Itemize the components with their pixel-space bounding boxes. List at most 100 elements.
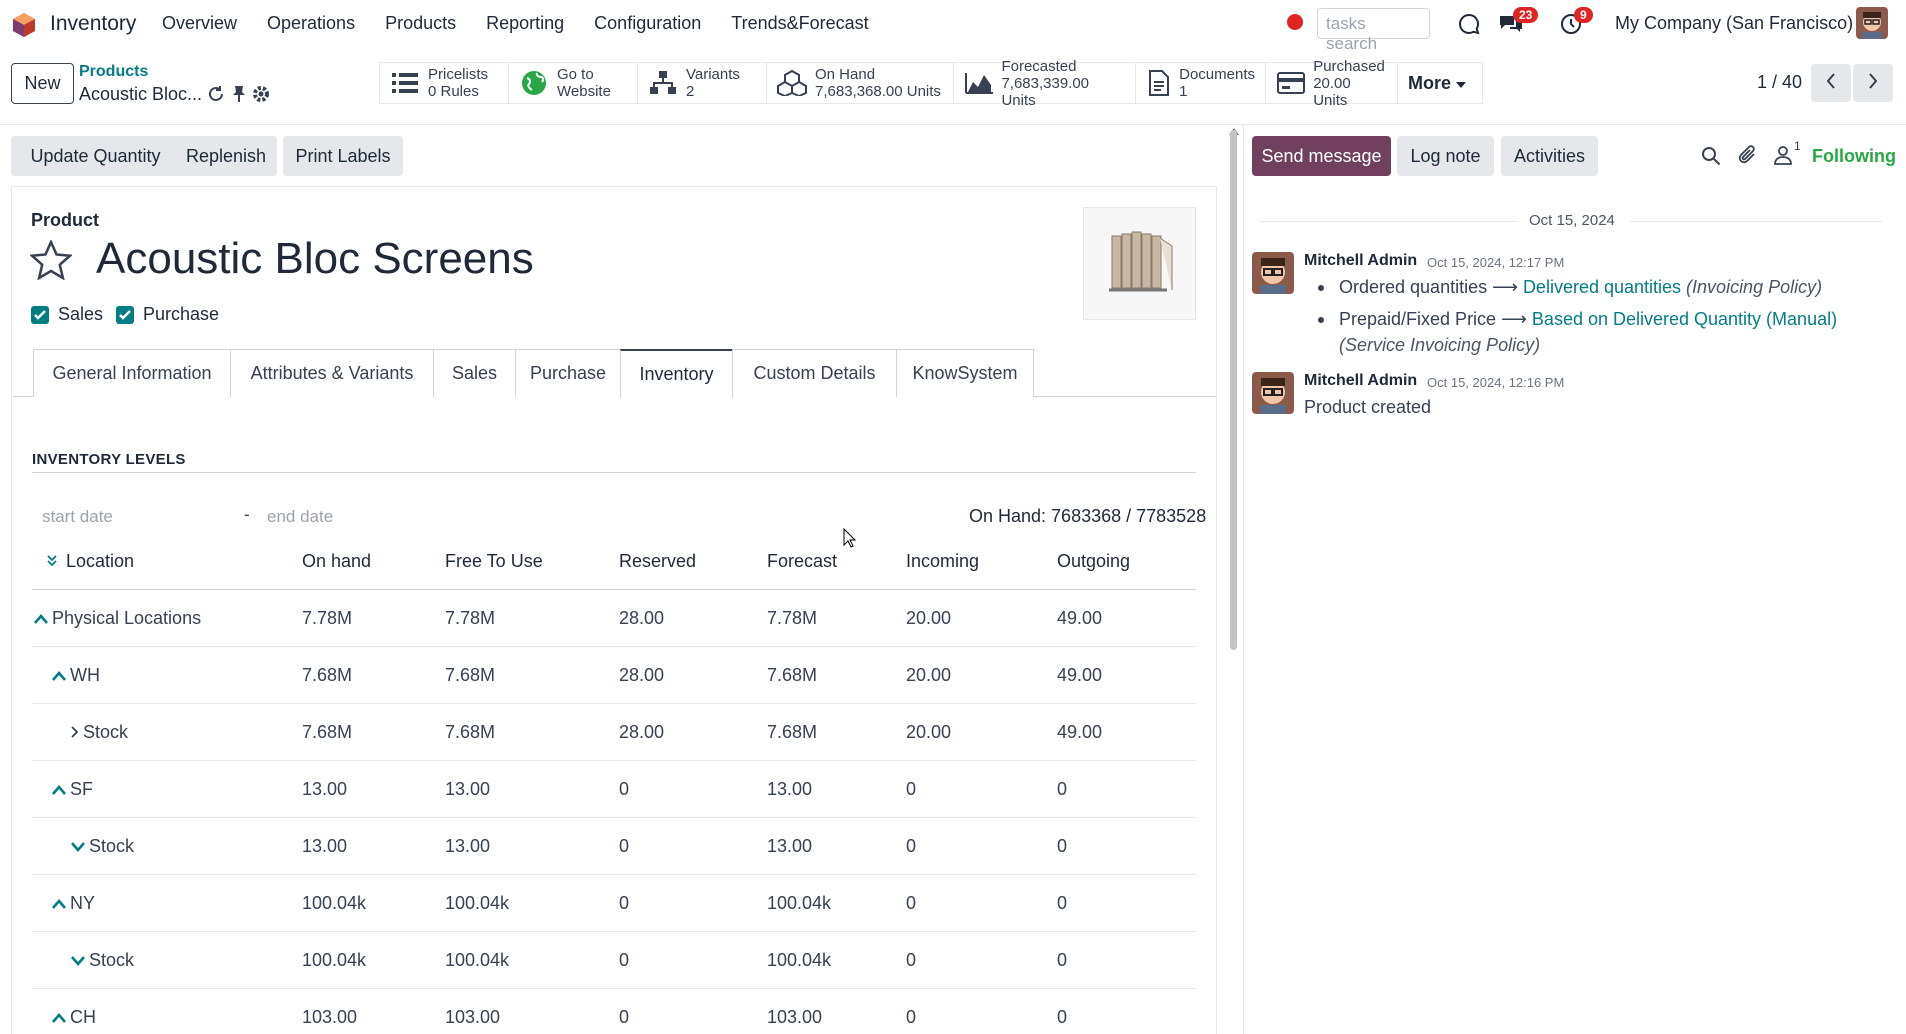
replenish-button[interactable]: Replenish [175, 136, 277, 176]
on-hand-cell: 13.00 [302, 779, 348, 799]
smart-button-variants[interactable]: Variants 2 [638, 63, 767, 103]
location-cell[interactable]: CH [52, 1007, 96, 1028]
chevron-up-icon[interactable] [34, 608, 48, 628]
product-name-field[interactable]: Acoustic Bloc Screens [96, 234, 534, 284]
table-row[interactable]: SF 13.00 13.00 0 13.00 0 0 [32, 761, 1196, 818]
sales-checkbox-label[interactable]: Sales [58, 304, 103, 325]
chevron-down-icon[interactable] [71, 836, 85, 856]
table-row[interactable]: Stock 100.04k 100.04k 0 100.04k 0 0 [32, 932, 1196, 989]
start-date-input[interactable]: start date [42, 507, 113, 527]
location-label: Stock [89, 950, 135, 970]
table-row[interactable]: Stock 7.68M 7.68M 28.00 7.68M 20.00 49.00 [32, 704, 1196, 761]
smart-button-website[interactable]: Go to Website [509, 63, 638, 103]
tab-inventory[interactable]: Inventory [620, 349, 733, 398]
chevron-up-icon[interactable] [52, 1007, 66, 1027]
location-cell[interactable]: Physical Locations [34, 608, 201, 629]
message-author[interactable]: Mitchell Admin [1304, 252, 1417, 270]
new-button[interactable]: New [11, 63, 74, 104]
location-cell[interactable]: Stock [71, 836, 134, 857]
message-author[interactable]: Mitchell Admin [1304, 372, 1417, 390]
purchase-checkbox-label[interactable]: Purchase [143, 304, 219, 325]
chevron-right-icon[interactable] [71, 722, 79, 742]
recording-indicator[interactable] [1287, 14, 1303, 30]
location-cell[interactable]: Stock [71, 950, 134, 971]
favorite-star-icon[interactable] [28, 238, 74, 285]
tab-attributes-variants[interactable]: Attributes & Variants [230, 349, 434, 397]
following-button[interactable]: Following [1812, 146, 1896, 167]
smart-button-forecasted[interactable]: Forecasted 7,683,339.00 Units [954, 58, 1136, 109]
app-name[interactable]: Inventory [50, 12, 136, 36]
pin-icon[interactable] [232, 85, 246, 108]
discard-refresh-icon[interactable] [207, 85, 225, 108]
activities-button[interactable]: Activities [1501, 136, 1598, 176]
breadcrumb-products[interactable]: Products [79, 63, 148, 81]
column-location[interactable]: Location [47, 551, 134, 572]
reserved-cell: 0 [619, 893, 630, 913]
menu-trends-forecast[interactable]: Trends&Forecast [731, 13, 868, 34]
smart-label: Variants [686, 66, 740, 83]
discuss-icon[interactable] [1457, 12, 1481, 41]
menu-configuration[interactable]: Configuration [594, 13, 701, 34]
search-icon[interactable] [1701, 146, 1721, 171]
smart-button-pricelists[interactable]: Pricelists 0 Rules [380, 63, 509, 103]
column-on-hand[interactable]: On hand [302, 551, 371, 572]
chevron-up-icon[interactable] [52, 893, 66, 913]
menu-overview[interactable]: Overview [162, 13, 237, 34]
send-message-button[interactable]: Send message [1252, 136, 1391, 176]
form-scrollbar[interactable] [1230, 130, 1237, 650]
reserved-cell: 0 [619, 836, 630, 856]
location-cell[interactable]: NY [52, 893, 95, 914]
field-name: (Service Invoicing Policy) [1339, 335, 1541, 355]
table-row[interactable]: CH 103.00 103.00 0 103.00 0 0 [32, 989, 1196, 1034]
on-hand-cell: 100.04k [302, 950, 367, 970]
table-row[interactable]: Physical Locations 7.78M 7.78M 28.00 7.78M 20… [32, 590, 1196, 647]
tab-sales[interactable]: Sales [433, 349, 516, 397]
column-forecast[interactable]: Forecast [767, 551, 837, 572]
purchase-checkbox[interactable] [116, 306, 134, 324]
print-labels-button[interactable]: Print Labels [283, 136, 403, 176]
pager-value[interactable]: 1 / 40 [1757, 72, 1802, 93]
chevron-up-icon[interactable] [52, 665, 66, 685]
author-avatar[interactable] [1252, 252, 1294, 294]
chevron-up-icon[interactable] [52, 779, 66, 799]
end-date-input[interactable]: end date [267, 507, 333, 527]
sales-checkbox[interactable] [31, 306, 49, 324]
author-avatar[interactable] [1252, 372, 1294, 414]
log-note-button[interactable]: Log note [1397, 136, 1494, 176]
location-cell[interactable]: WH [52, 665, 100, 686]
menu-reporting[interactable]: Reporting [486, 13, 564, 34]
table-row[interactable]: Stock 13.00 13.00 0 13.00 0 0 [32, 818, 1196, 875]
inventory-app-icon[interactable] [10, 11, 38, 39]
bullet [1318, 285, 1324, 291]
followers-icon[interactable] [1774, 145, 1792, 170]
more-button[interactable]: More [1398, 63, 1482, 103]
menu-operations[interactable]: Operations [267, 13, 355, 34]
tab-knowsystem[interactable]: KnowSystem [896, 349, 1034, 397]
tasks-search-input[interactable]: tasks search [1317, 8, 1430, 53]
paperclip-icon[interactable] [1738, 145, 1758, 172]
column-outgoing[interactable]: Outgoing [1057, 551, 1130, 572]
column-incoming[interactable]: Incoming [906, 551, 979, 572]
tab-purchase[interactable]: Purchase [515, 349, 621, 397]
gear-icon[interactable] [252, 85, 270, 108]
pager-next-button[interactable] [1853, 64, 1893, 102]
tab-custom-details[interactable]: Custom Details [732, 349, 897, 397]
pager-previous-button[interactable] [1811, 64, 1851, 102]
update-quantity-button[interactable]: Update Quantity [11, 136, 180, 176]
product-image[interactable] [1083, 207, 1196, 320]
smart-button-on-hand[interactable]: On Hand 7,683,368.00 Units [767, 63, 954, 103]
menu-products[interactable]: Products [385, 13, 456, 34]
tab-general-information[interactable]: General Information [33, 349, 231, 397]
collapse-all-icon[interactable] [47, 551, 62, 571]
company-switcher[interactable]: My Company (San Francisco) [1615, 13, 1853, 34]
column-free-to-use[interactable]: Free To Use [445, 551, 543, 572]
smart-button-documents[interactable]: Documents 1 [1136, 63, 1266, 103]
chevron-down-icon[interactable] [71, 950, 85, 970]
table-row[interactable]: WH 7.68M 7.68M 28.00 7.68M 20.00 49.00 [32, 647, 1196, 704]
column-reserved[interactable]: Reserved [619, 551, 696, 572]
user-avatar[interactable] [1856, 7, 1888, 39]
location-cell[interactable]: SF [52, 779, 93, 800]
location-cell[interactable]: Stock [71, 722, 128, 743]
smart-button-purchased[interactable]: Purchased 20.00 Units [1266, 58, 1398, 109]
table-row[interactable]: NY 100.04k 100.04k 0 100.04k 0 0 [32, 875, 1196, 932]
